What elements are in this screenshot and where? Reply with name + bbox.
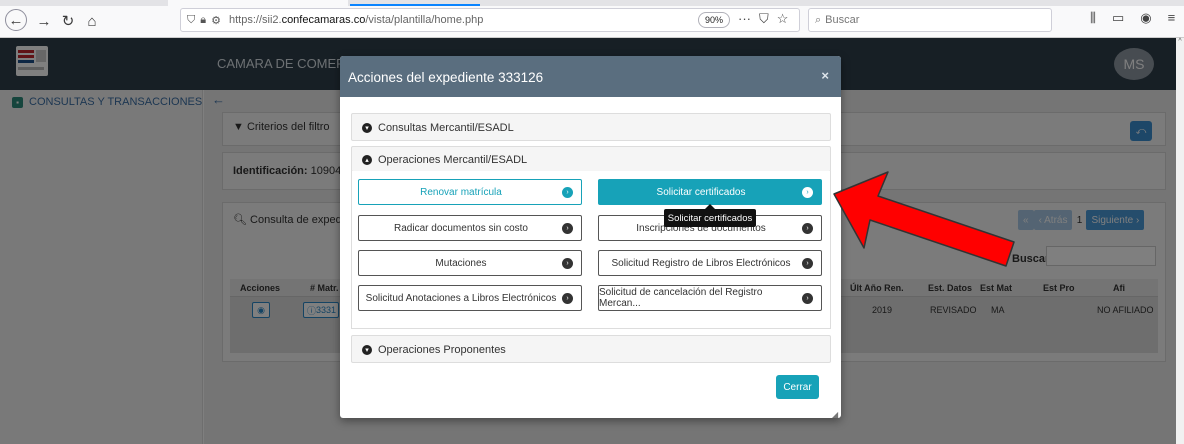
arrow-right-circle-icon: › — [802, 293, 813, 304]
chevron-down-icon: ▾ — [362, 123, 372, 133]
library-icon[interactable]: ⫼ — [1090, 10, 1096, 26]
anotaciones-label: Solicitud Anotaciones a Libros Electróni… — [365, 292, 557, 304]
arrow-right-circle-icon: › — [802, 258, 813, 269]
radicar-documentos-button[interactable]: Radicar documentos sin costo › — [358, 215, 582, 241]
arrow-right-circle-icon: › — [802, 187, 813, 198]
browser-toolbar-right: ⫼ ▭ ◉ ≡ — [1090, 10, 1175, 26]
renovar-label: Renovar matrícula — [420, 186, 502, 198]
accordion-consultas[interactable]: ▾ Consultas Mercantil/ESADL — [351, 113, 831, 141]
chevron-up-icon: ▴ — [362, 155, 372, 165]
reload-icon[interactable]: ↻ — [58, 11, 78, 31]
arrow-right-circle-icon: › — [562, 293, 573, 304]
modal-title: Acciones del expediente 333126 — [348, 70, 544, 85]
actions-modal: Acciones del expediente 333126 × ▾ Consul… — [340, 56, 841, 418]
mutaciones-button[interactable]: Mutaciones › — [358, 250, 582, 276]
modal-header: Acciones del expediente 333126 × — [340, 56, 841, 97]
mutaciones-label: Mutaciones — [435, 257, 487, 269]
anotaciones-libros-button[interactable]: Solicitud Anotaciones a Libros Electróni… — [358, 285, 582, 311]
registro-libros-button[interactable]: Solicitud Registro de Libros Electrónico… — [598, 250, 822, 276]
solicitar-cert-label: Solicitar certificados — [656, 186, 746, 198]
url-path: /vista/plantilla/home.php — [365, 14, 484, 26]
forward-icon[interactable]: → — [34, 11, 54, 31]
home-icon[interactable]: ⌂ — [82, 11, 102, 31]
sidebar-toggle-icon[interactable]: ▭ — [1112, 10, 1124, 26]
tooltip: Solicitar certificados — [664, 209, 756, 227]
accordion-proponentes-label: ▾ Operaciones Proponentes — [362, 344, 506, 356]
url-actions: ··· ⛉ ☆ — [738, 11, 788, 27]
red-annotation-arrow-icon — [833, 171, 1015, 267]
tab-strip — [0, 0, 1184, 6]
scroll-up-icon[interactable]: ^ — [1176, 38, 1184, 48]
accordion-operaciones[interactable]: ▴ Operaciones Mercantil/ESADL — [351, 146, 831, 172]
accordion-operaciones-text: Operaciones Mercantil/ESADL — [378, 154, 528, 166]
browser-search-input[interactable]: ⌕ Buscar — [808, 8, 1052, 32]
page-scrollbar[interactable]: ^ — [1176, 38, 1184, 444]
cerrar-button[interactable]: Cerrar — [776, 375, 819, 399]
accordion-consultas-label: ▾ Consultas Mercantil/ESADL — [362, 122, 514, 134]
search-placeholder: Buscar — [825, 14, 860, 26]
arrow-right-circle-icon: › — [562, 223, 573, 234]
permissions-icon: ⚙ — [211, 14, 221, 27]
zoom-indicator[interactable]: 90% — [698, 12, 730, 28]
bookmark-star-icon[interactable]: ☆ — [777, 11, 789, 27]
menu-icon[interactable]: ≡ — [1168, 10, 1176, 26]
tab-loading-line — [350, 4, 480, 6]
arrow-right-circle-icon: › — [802, 223, 813, 234]
solicitar-certificados-button[interactable]: Solicitar certificados › — [598, 179, 822, 205]
resize-grip-icon[interactable]: ◢ — [832, 410, 838, 419]
renovar-matricula-button[interactable]: Renovar matrícula › — [358, 179, 582, 205]
arrow-right-circle-icon: › — [562, 258, 573, 269]
radicar-label: Radicar documentos sin costo — [394, 222, 528, 234]
pocket-icon[interactable]: ⛉ — [759, 11, 769, 27]
arrow-right-circle-icon: › — [562, 187, 573, 198]
accordion-proponentes-text: Operaciones Proponentes — [378, 344, 506, 356]
accordion-consultas-text: Consultas Mercantil/ESADL — [378, 122, 514, 134]
search-icon: ⌕ — [815, 13, 822, 26]
cancelacion-registro-button[interactable]: Solicitud de cancelación del Registro Me… — [598, 285, 822, 311]
modal-close-icon[interactable]: × — [821, 68, 829, 83]
libros-label: Solicitud Registro de Libros Electrónico… — [611, 257, 791, 269]
accordion-proponentes[interactable]: ▾ Operaciones Proponentes — [351, 335, 831, 363]
active-tab[interactable] — [168, 0, 348, 6]
url-prefix: https://sii2. — [228, 14, 282, 26]
chevron-down-icon: ▾ — [362, 345, 372, 355]
back-icon[interactable]: ← — [5, 9, 27, 31]
accordion-operaciones-label: ▴ Operaciones Mercantil/ESADL — [362, 154, 527, 166]
extension-icon[interactable]: ◉ — [1140, 10, 1151, 26]
url-domain: confecamaras.co — [281, 14, 366, 26]
site-security-icons: ⛉ 🔒︎ ⚙ — [187, 14, 221, 27]
lock-icon: 🔒︎ — [200, 13, 207, 26]
cancelacion-label: Solicitud de cancelación del Registro Me… — [599, 287, 763, 309]
shield-icon: ⛉ — [187, 13, 196, 26]
page-actions-icon[interactable]: ··· — [738, 11, 751, 27]
